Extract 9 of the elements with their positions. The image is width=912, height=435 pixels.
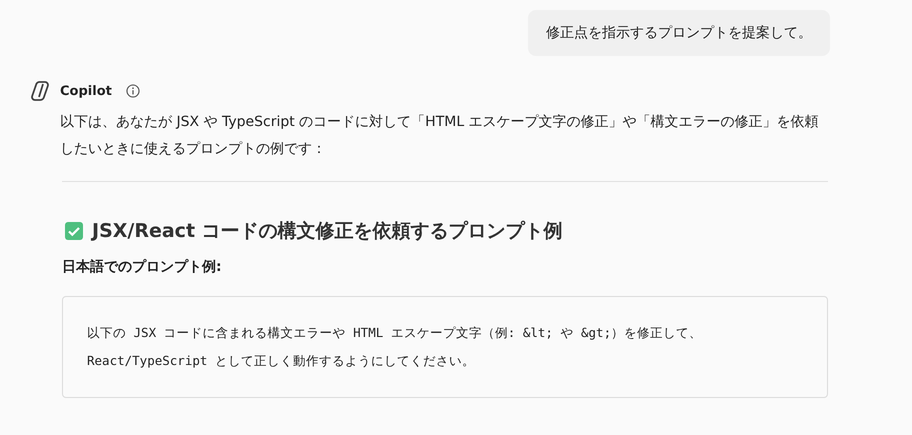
assistant-name: Copilot xyxy=(60,84,112,98)
user-message: 修正点を指示するプロンプトを提案して。 xyxy=(528,10,830,56)
intro-paragraph: 以下は、あなたが JSX や TypeScript のコードに対して「HTML エスケープ文字の修正」や「構文エラーの修正」を依頼したいときに使えるプロンプトの例です： xyxy=(60,113,820,159)
copilot-logo-icon xyxy=(30,80,52,102)
code-line: React/TypeScript として正しく動作するようにしてください。 xyxy=(87,352,476,370)
info-icon[interactable] xyxy=(126,84,140,98)
subheading: 日本語でのプロンプト例: xyxy=(62,258,223,276)
section-heading: JSX/React コードの構文修正を依頼するプロンプト例 xyxy=(92,219,563,244)
code-line: 以下の JSX コードに含まれる構文エラーや HTML エスケープ文字（例: &lt; や &gt;）を修正して、 xyxy=(87,324,704,342)
